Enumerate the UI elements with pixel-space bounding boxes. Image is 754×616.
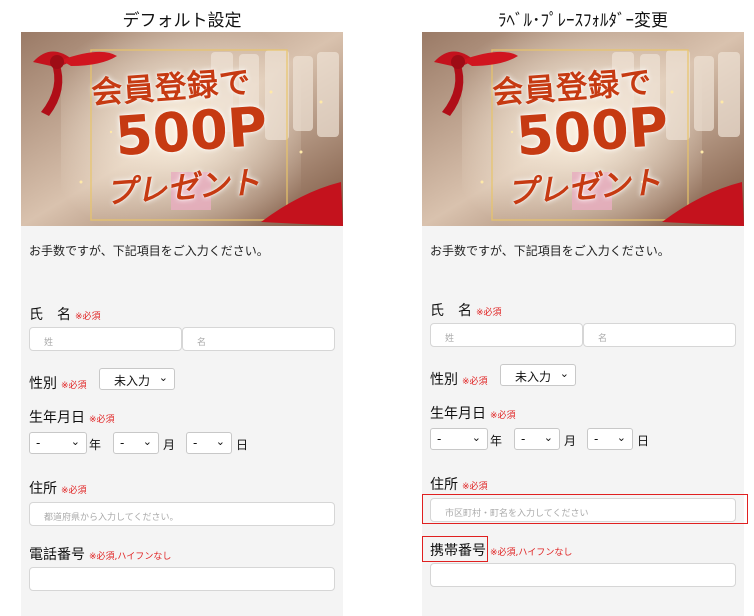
birth-day-value: - [193,436,198,450]
chevron-down-icon: ⌄ [559,367,569,380]
banner-image: 会員登録で 500P プレゼント [21,32,343,226]
gender-select[interactable]: 未入力 ⌄ [500,364,576,386]
last-name-input[interactable]: 姓 [430,323,583,347]
day-unit: 日 [637,434,650,448]
chevron-down-icon: ⌄ [471,431,481,444]
intro-text: お手数ですが、下記項目をご入力ください。 [430,244,670,258]
birth-month-select[interactable]: - ⌄ [514,428,560,450]
chevron-down-icon: ⌄ [158,371,168,384]
form-panel-default: 会員登録で 500P プレゼント お手数ですが、下記項目をご入力ください。 氏 … [21,32,343,616]
birthdate-label: 生年月日 ※必須 [29,410,115,426]
first-name-input[interactable]: 名 [182,327,335,351]
chevron-down-icon: ⌄ [543,431,553,444]
placeholder-change-highlight [422,494,748,524]
birth-day-select[interactable]: - ⌄ [587,428,633,450]
panel-title-customized: ﾗﾍﾞﾙ･ﾌﾟﾚｰｽﾌｫﾙﾀﾞｰ変更 [498,11,668,31]
chevron-down-icon: ⌄ [616,431,626,444]
birth-month-select[interactable]: - ⌄ [113,432,159,454]
form-panel-customized: 会員登録で 500P プレゼント お手数ですが、下記項目をご入力ください。 氏 … [422,32,744,616]
panel-title-default: デフォルト設定 [122,11,242,31]
required-mark: ※必須 [75,312,101,322]
required-mark: ※必須 [462,482,488,492]
birth-year-select[interactable]: - ⌄ [430,428,488,450]
name-label: 氏 名 ※必須 [29,307,101,323]
address-label: 住所 ※必須 [430,477,488,493]
chevron-down-icon: ⌄ [70,435,80,448]
intro-text: お手数ですが、下記項目をご入力ください。 [29,244,269,258]
first-name-input[interactable]: 名 [583,323,736,347]
birth-year-value: - [36,436,41,450]
banner-image: 会員登録で 500P プレゼント [422,32,744,226]
name-label: 氏 名 ※必須 [430,303,502,319]
required-mark: ※必須 [89,415,115,425]
gender-label: 性別 ※必須 [29,376,87,392]
birth-day-select[interactable]: - ⌄ [186,432,232,454]
label-change-highlight [422,536,488,562]
chevron-down-icon: ⌄ [142,435,152,448]
required-mark: ※必須 [61,381,87,391]
phone-label: 電話番号 ※必須,ハイフンなし [29,547,172,563]
month-unit: 月 [564,434,577,448]
birth-day-value: - [594,432,599,446]
year-unit: 年 [490,434,503,448]
gender-label: 性別 ※必須 [430,372,488,388]
birthdate-label: 生年月日 ※必須 [430,406,516,422]
month-unit: 月 [163,438,176,452]
chevron-down-icon: ⌄ [215,435,225,448]
required-mark: ※必須 [490,411,516,421]
gender-value: 未入力 [515,370,552,384]
required-mark: ※必須 [61,486,87,496]
phone-input[interactable] [29,567,335,591]
birth-year-select[interactable]: - ⌄ [29,432,87,454]
birth-month-value: - [521,432,526,446]
required-mark: ※必須 [476,308,502,318]
address-label: 住所 ※必須 [29,481,87,497]
year-unit: 年 [89,438,102,452]
birth-year-value: - [437,432,442,446]
gender-value: 未入力 [114,374,151,388]
mobile-input[interactable] [430,563,736,587]
gender-select[interactable]: 未入力 ⌄ [99,368,175,390]
day-unit: 日 [236,438,249,452]
birth-month-value: - [120,436,125,450]
last-name-input[interactable]: 姓 [29,327,182,351]
address-input[interactable]: 都道府県から入力してください。 [29,502,335,526]
required-note: ※必須,ハイフンなし [490,548,573,558]
required-note: ※必須,ハイフンなし [89,552,172,562]
required-mark: ※必須 [462,377,488,387]
